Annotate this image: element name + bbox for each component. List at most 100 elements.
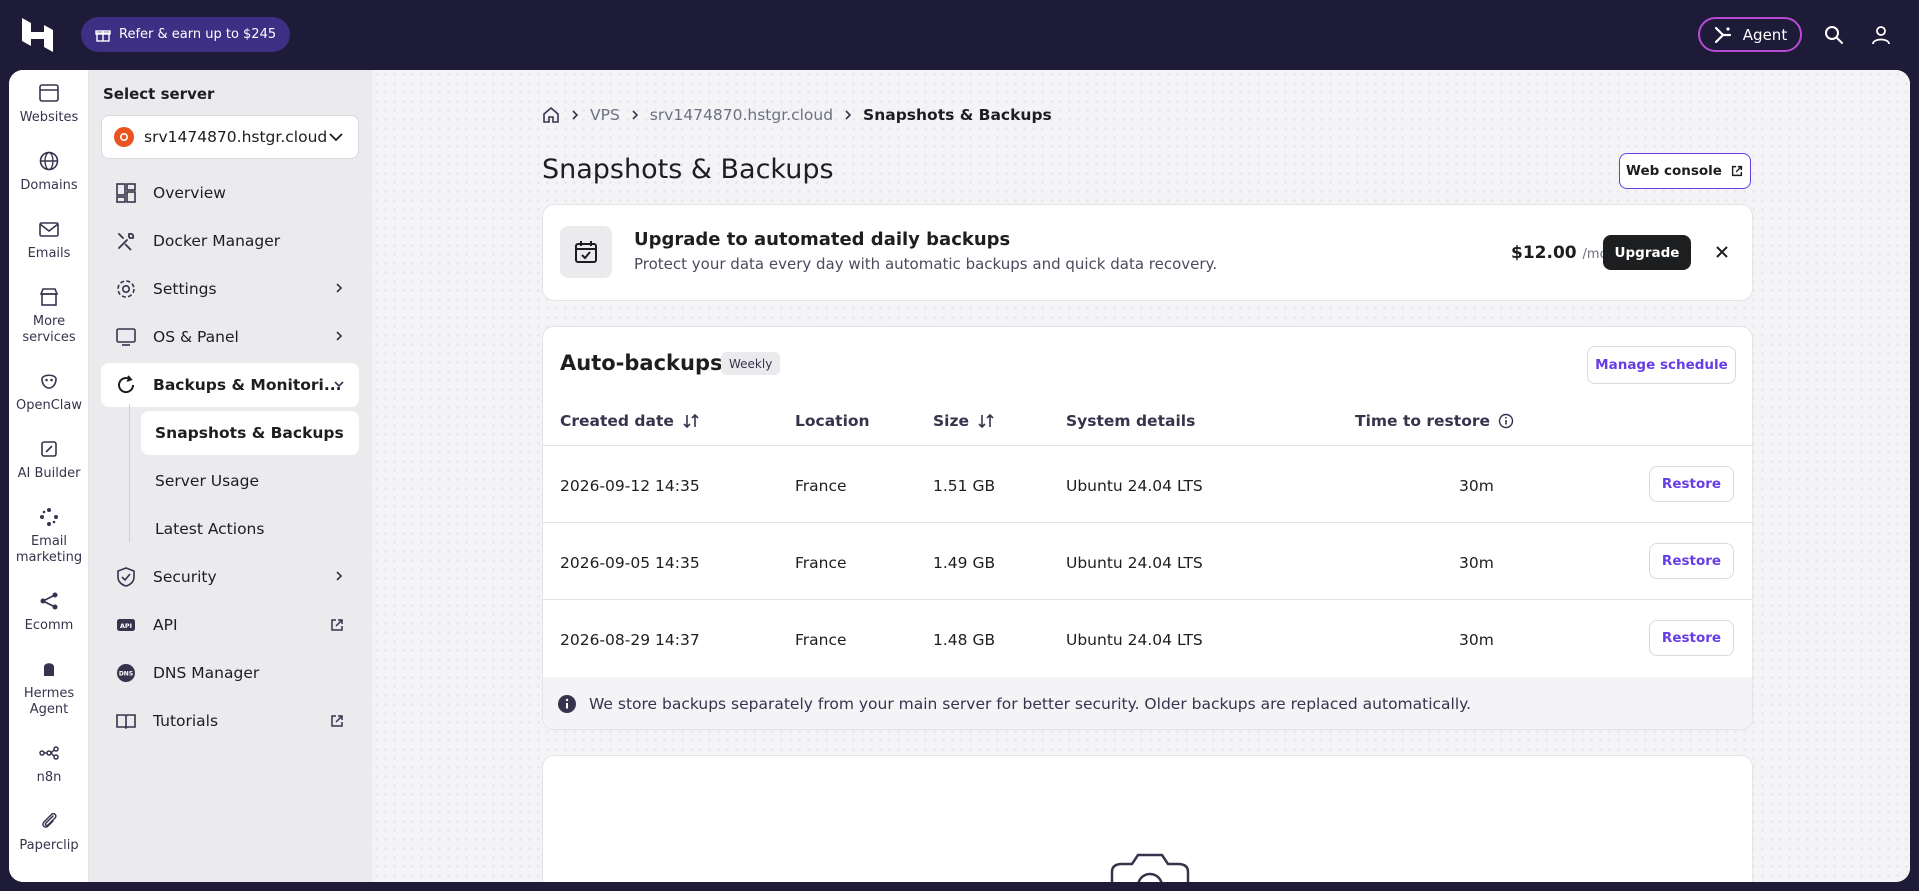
sub-item-label: Snapshots & Backups	[155, 424, 344, 442]
book-icon	[116, 714, 136, 730]
chevron-right-icon	[336, 331, 343, 341]
gear-icon	[117, 280, 135, 298]
column-header-size[interactable]: Size	[933, 412, 995, 430]
nav-item-docker-manager[interactable]: Docker Manager	[101, 219, 359, 263]
sub-item-latest-actions[interactable]: Latest Actions	[141, 507, 359, 551]
upgrade-button[interactable]: Upgrade	[1603, 235, 1691, 270]
nav-item-label: DNS Manager	[153, 664, 260, 682]
rail-item-websites[interactable]: Websites	[9, 82, 89, 126]
column-header-location: Location	[795, 412, 870, 430]
shield-icon	[117, 567, 135, 587]
sparkle-icon	[40, 508, 58, 526]
claw-icon	[41, 374, 57, 389]
column-header-created-date[interactable]: Created date	[560, 412, 700, 430]
rail-item-ai-builder[interactable]: AI Builder	[9, 438, 89, 482]
rail-item-email-marketing[interactable]: Email marketing	[9, 506, 89, 566]
snapshot-card	[542, 755, 1753, 882]
agent-label: Agent	[1742, 25, 1788, 44]
paperclip-icon	[42, 812, 57, 828]
auto-backups-card: Auto-backups Weekly Manage schedule Crea…	[542, 326, 1753, 730]
camera-icon	[1110, 853, 1190, 882]
chevron-right-icon	[336, 571, 343, 581]
refer-earn-button[interactable]: Refer & earn up to $245	[81, 17, 291, 52]
store-icon	[39, 288, 59, 306]
user-account-icon[interactable]	[1868, 22, 1894, 48]
server-select-value: srv1474870.hstgr.cloud	[144, 128, 328, 146]
breadcrumb-server[interactable]: srv1474870.hstgr.cloud	[650, 106, 833, 124]
backup-info-note: We store backups separately from your ma…	[543, 677, 1752, 729]
column-header-label: Time to restore	[1355, 412, 1490, 430]
info-icon[interactable]	[1498, 413, 1514, 429]
nav-item-label: Docker Manager	[153, 232, 281, 250]
chevron-right-icon	[632, 110, 638, 120]
rail-label: Paperclip	[19, 838, 79, 853]
external-link-icon	[331, 619, 343, 631]
refresh-icon	[118, 375, 135, 394]
ubuntu-logo-icon	[114, 127, 134, 147]
rail-item-paperclip[interactable]: Paperclip	[9, 810, 89, 854]
calendar-check-icon	[560, 226, 612, 278]
sub-item-snapshots-backups[interactable]: Snapshots & Backups	[141, 411, 359, 455]
nav-item-label: OS & Panel	[153, 328, 239, 346]
chevron-down-icon	[334, 381, 344, 388]
nav-item-tutorials[interactable]: Tutorials	[101, 699, 359, 743]
restore-button[interactable]: Restore	[1649, 466, 1734, 502]
column-header-label: Location	[795, 412, 870, 430]
close-icon[interactable]	[1711, 241, 1733, 263]
app-frame: Websites Domains Emails More services Op…	[9, 70, 1910, 882]
server-subnav: Select server srv1474870.hstgr.cloud Ove…	[89, 70, 372, 882]
table-divider	[543, 445, 1752, 446]
nav-item-label: Tutorials	[153, 712, 219, 730]
table-divider	[543, 522, 1752, 523]
server-select-dropdown[interactable]: srv1474870.hstgr.cloud	[101, 115, 359, 159]
auto-backups-title: Auto-backups	[560, 351, 723, 375]
nav-item-security[interactable]: Security	[101, 555, 359, 599]
cell-time-to-restore: 30m	[1459, 631, 1494, 649]
breadcrumb-vps[interactable]: VPS	[590, 106, 620, 124]
sub-item-server-usage[interactable]: Server Usage	[141, 459, 359, 503]
manage-schedule-button[interactable]: Manage schedule	[1587, 346, 1736, 384]
rail-item-hermes-agent[interactable]: Hermes Agent	[9, 658, 89, 718]
rail-item-emails[interactable]: Emails	[9, 218, 89, 262]
cell-location: France	[795, 477, 847, 495]
nav-item-dns-manager[interactable]: DNS DNS Manager	[101, 651, 359, 695]
tools-icon	[118, 232, 135, 251]
content-column: VPS srv1474870.hstgr.cloud Snapshots & B…	[542, 70, 1754, 882]
nav-item-backups-monitoring[interactable]: Backups & Monitori...	[101, 363, 359, 407]
sort-icon[interactable]	[977, 412, 995, 430]
svg-text:API: API	[120, 622, 132, 630]
nav-item-label: Security	[153, 568, 217, 586]
rail-item-openclaw[interactable]: OpenClaw	[9, 370, 89, 414]
home-icon[interactable]	[542, 106, 560, 124]
nav-item-label: Overview	[153, 184, 226, 202]
rail-label: Emails	[27, 246, 71, 261]
nav-item-os-panel[interactable]: OS & Panel	[101, 315, 359, 359]
nav-item-label: API	[153, 616, 178, 634]
rail-item-ecomm[interactable]: Ecomm	[9, 590, 89, 634]
nav-item-settings[interactable]: Settings	[101, 267, 359, 311]
nav-item-api[interactable]: API API	[101, 603, 359, 647]
rail-item-more-services[interactable]: More services	[9, 286, 89, 346]
rail-label: AI Builder	[17, 466, 81, 481]
rail-item-n8n[interactable]: n8n	[9, 742, 89, 786]
nav-item-overview[interactable]: Overview	[101, 171, 359, 215]
hostinger-logo-icon[interactable]	[22, 18, 53, 52]
column-header-system-details: System details	[1066, 412, 1195, 430]
sort-icon[interactable]	[682, 412, 700, 430]
rail-item-domains[interactable]: Domains	[9, 150, 89, 194]
restore-button[interactable]: Restore	[1649, 620, 1734, 656]
cell-location: France	[795, 631, 847, 649]
n8n-icon	[39, 746, 59, 760]
web-console-button[interactable]: Web console	[1619, 153, 1751, 189]
restore-button[interactable]: Restore	[1649, 543, 1734, 579]
agent-sparkle-icon	[1714, 26, 1731, 43]
search-icon[interactable]	[1821, 22, 1847, 48]
upgrade-price: $12.00 /mo	[1511, 243, 1608, 263]
chevron-down-icon	[329, 133, 343, 142]
page-title: Snapshots & Backups	[542, 154, 834, 185]
cell-system-details: Ubuntu 24.04 LTS	[1066, 554, 1203, 572]
column-header-label: Size	[933, 412, 970, 430]
dns-icon: DNS	[117, 664, 135, 682]
agent-button[interactable]: Agent	[1698, 17, 1802, 52]
rail-label: Websites	[19, 110, 79, 125]
